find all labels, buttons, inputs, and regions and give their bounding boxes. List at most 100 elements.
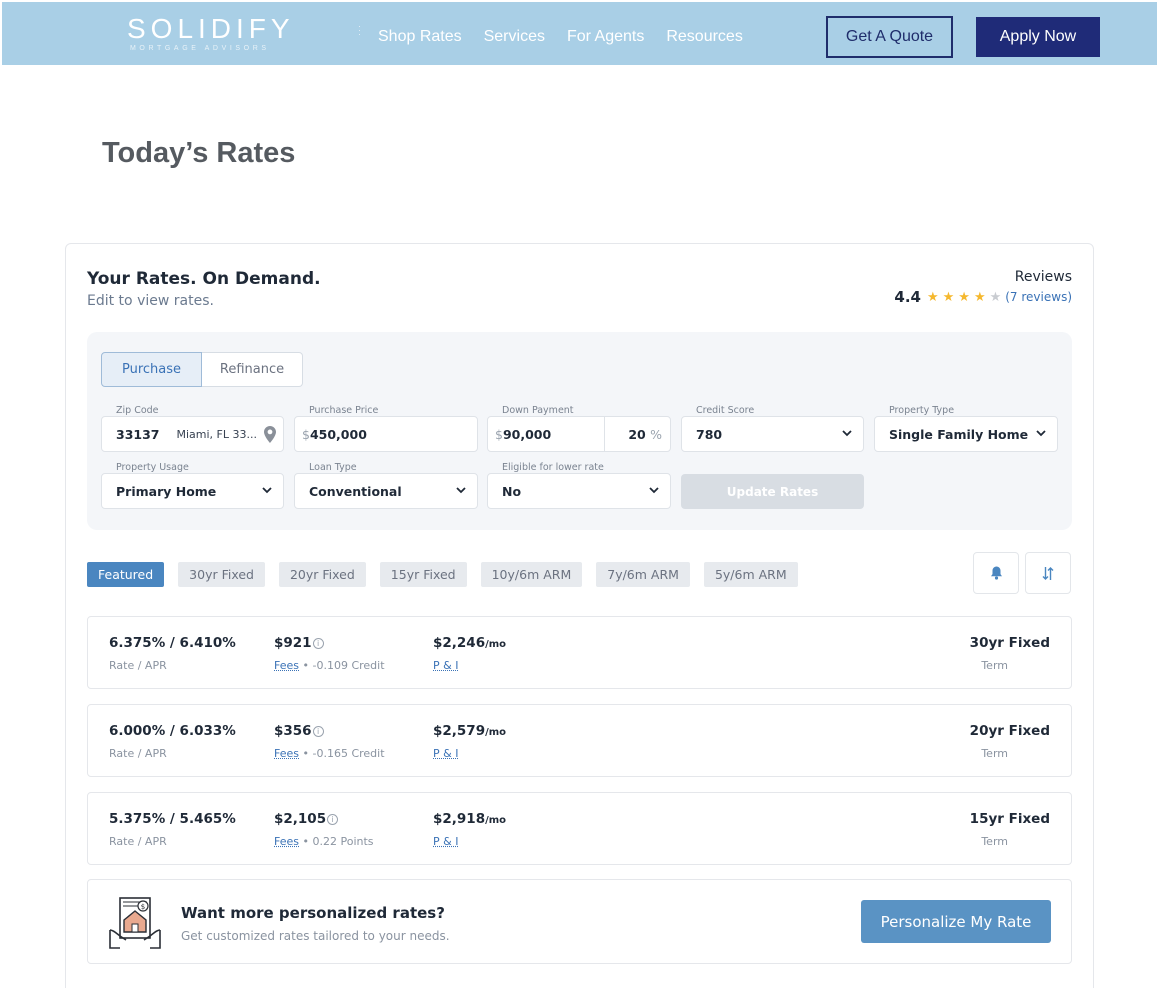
field-divider <box>604 417 605 451</box>
rate-apr-label: Rate / APR <box>109 747 167 760</box>
chip-5y6m-arm[interactable]: 5y/6m ARM <box>703 562 798 587</box>
purchase-price-amount: 450,000 <box>309 427 367 442</box>
brand-logo[interactable]: SOLIDIFY MORTGAGE ADVISORS <box>127 15 295 53</box>
reviews-link[interactable]: (7 reviews) <box>1005 290 1072 304</box>
eligible-lower-rate-label: Eligible for lower rate <box>502 462 604 473</box>
fee-amount: $921 <box>274 635 312 651</box>
info-icon[interactable]: i <box>312 638 324 649</box>
get-a-quote-button[interactable]: Get A Quote <box>826 16 953 58</box>
star-icon: ★ <box>958 289 970 305</box>
rate-row-3[interactable]: 5.375% / 5.465% Rate / APR $2,105 i Fees … <box>87 792 1072 865</box>
term-value: 15yr Fixed <box>969 811 1050 827</box>
rate-form: Purchase Refinance Zip Code 33137 Miami,… <box>87 332 1072 530</box>
purchase-price-label: Purchase Price <box>309 405 379 416</box>
fees-link[interactable]: Fees <box>274 659 299 672</box>
tab-refinance[interactable]: Refinance <box>202 352 303 387</box>
payment-value: $2,579/mo <box>433 723 506 739</box>
nav-shop-rates[interactable]: Shop Rates <box>378 28 462 46</box>
rate-apr-value: 5.375% / 5.465% <box>109 811 236 827</box>
property-usage-select[interactable]: Property Usage Primary Home <box>101 462 284 509</box>
star-empty-icon: ★ <box>989 289 1002 305</box>
fee-amount: $356 <box>274 723 312 739</box>
rates-card: Your Rates. On Demand. Edit to view rate… <box>65 243 1094 988</box>
tab-purchase[interactable]: Purchase <box>101 352 202 387</box>
property-usage-label: Property Usage <box>116 462 189 473</box>
loan-type-value: Conventional <box>309 484 402 499</box>
fees-link[interactable]: Fees <box>274 835 299 848</box>
top-navbar: SOLIDIFY MORTGAGE ADVISORS · · · Shop Rate… <box>2 2 1157 65</box>
sort-button[interactable] <box>1025 552 1071 594</box>
fee-amount: $2,105 <box>274 811 327 827</box>
credit-score-label: Credit Score <box>696 405 755 416</box>
chip-featured[interactable]: Featured <box>87 562 165 587</box>
fee-credit: • -0.165 Credit <box>299 747 385 760</box>
purchase-price-value: $450,000 <box>302 427 367 442</box>
chevron-down-icon <box>842 430 852 439</box>
eligible-lower-rate-select[interactable]: Eligible for lower rate No <box>487 462 671 509</box>
pi-link[interactable]: P & I <box>433 835 458 848</box>
fee-detail: Fees • 0.22 Points <box>274 835 374 848</box>
chip-30yr-fixed[interactable]: 30yr Fixed <box>178 562 265 587</box>
purchase-price-field[interactable]: Purchase Price $450,000 <box>294 405 478 452</box>
pi-link[interactable]: P & I <box>433 747 458 760</box>
rate-apr-label: Rate / APR <box>109 659 167 672</box>
chevron-down-icon <box>1036 430 1046 439</box>
currency-symbol: $ <box>495 427 503 442</box>
rate-alert-button[interactable] <box>973 552 1019 594</box>
down-payment-label: Down Payment <box>502 405 574 416</box>
payment-value: $2,246/mo <box>433 635 506 651</box>
rate-apr-value: 6.375% / 6.410% <box>109 635 236 651</box>
chevron-down-icon <box>649 487 659 496</box>
fee-credit: • -0.109 Credit <box>299 659 385 672</box>
eligible-lower-rate-value: No <box>502 484 522 499</box>
chip-20yr-fixed[interactable]: 20yr Fixed <box>278 562 366 587</box>
pi-link[interactable]: P & I <box>433 659 458 672</box>
percent-sign: % <box>650 427 662 442</box>
location-pin-icon <box>264 426 276 443</box>
fee-value: $921 i <box>274 635 324 651</box>
update-rates-button[interactable]: Update Rates <box>681 474 864 509</box>
payment-value: $2,918/mo <box>433 811 506 827</box>
fee-detail: Fees • -0.165 Credit <box>274 747 385 760</box>
property-usage-value: Primary Home <box>116 484 217 499</box>
currency-symbol: $ <box>302 427 310 442</box>
term-value: 20yr Fixed <box>969 723 1050 739</box>
page-title: Today’s Rates <box>102 137 296 169</box>
chevron-down-icon <box>456 487 466 496</box>
pi-label: P & I <box>433 835 458 848</box>
fee-value: $2,105 i <box>274 811 339 827</box>
payment-amount: $2,246 <box>433 635 486 651</box>
personalize-title: Want more personalized rates? <box>181 904 445 922</box>
payment-amount: $2,579 <box>433 723 486 739</box>
loan-type-select[interactable]: Loan Type Conventional <box>294 462 478 509</box>
nav-services[interactable]: Services <box>484 28 545 46</box>
down-payment-value: $90,000 <box>495 427 551 442</box>
apply-now-button[interactable]: Apply Now <box>976 17 1100 57</box>
zip-code-field[interactable]: Zip Code 33137 Miami, FL 33... <box>101 405 284 452</box>
zip-code-value: 33137 <box>116 427 160 442</box>
chip-10y6m-arm[interactable]: 10y/6m ARM <box>480 562 583 587</box>
rate-row-2[interactable]: 6.000% / 6.033% Rate / APR $356 i Fees • … <box>87 704 1072 777</box>
nav-resources[interactable]: Resources <box>666 28 742 46</box>
nav-for-agents[interactable]: For Agents <box>567 28 644 46</box>
property-type-select[interactable]: Property Type Single Family Home <box>874 405 1058 452</box>
down-payment-percent[interactable]: 20 % <box>628 427 662 442</box>
info-icon[interactable]: i <box>312 726 324 737</box>
fee-detail: Fees • -0.109 Credit <box>274 659 385 672</box>
star-icon: ★ <box>942 289 955 305</box>
pi-label: P & I <box>433 747 458 760</box>
zip-code-label: Zip Code <box>116 405 159 416</box>
rate-row-1[interactable]: 6.375% / 6.410% Rate / APR $921 i Fees • … <box>87 616 1072 689</box>
down-payment-amount: 90,000 <box>502 427 552 442</box>
per-month: /mo <box>485 639 507 650</box>
personalize-my-rate-button[interactable]: Personalize My Rate <box>861 900 1051 943</box>
chip-7y6m-arm[interactable]: 7y/6m ARM <box>596 562 690 587</box>
chip-15yr-fixed[interactable]: 15yr Fixed <box>379 562 467 587</box>
term-label: Term <box>981 835 1008 848</box>
down-payment-field[interactable]: Down Payment $90,000 20 % <box>487 405 671 452</box>
house-document-icon: $ <box>109 897 161 949</box>
info-icon[interactable]: i <box>327 814 339 825</box>
main-nav: Shop Rates Services For Agents Resources <box>378 28 743 46</box>
credit-score-select[interactable]: Credit Score 780 <box>681 405 864 452</box>
fees-link[interactable]: Fees <box>274 747 299 760</box>
